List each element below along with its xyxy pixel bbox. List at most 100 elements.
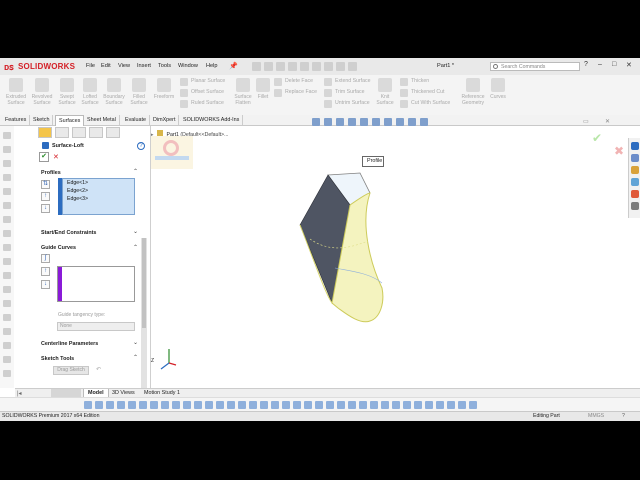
toolbar-icon[interactable] [3,202,11,209]
hide-show-items-icon[interactable] [384,118,392,126]
print-icon[interactable] [288,62,297,71]
move-up-button[interactable]: ⇅ [41,180,50,189]
options-icon[interactable] [348,62,357,71]
chevron-down-icon[interactable]: ⌄ [133,339,138,346]
select-icon[interactable] [312,62,321,71]
toolbar-icon[interactable] [3,258,11,265]
guide-curves-label[interactable]: Guide Curves [41,245,76,251]
scrollbar-thumb[interactable] [142,238,146,328]
profiles-list[interactable]: Edge<1> Edge<2> Edge<3> [62,178,135,215]
toolbar-icon[interactable] [3,132,11,139]
lofted-surface-model[interactable] [290,153,400,328]
zoom-to-area-icon[interactable] [324,118,332,126]
chevron-up-icon[interactable]: ⌃ [133,354,138,361]
tab-dimxpert[interactable]: DimXpert [150,115,180,125]
rebuild-icon[interactable] [324,62,333,71]
spline-icon[interactable] [150,400,158,409]
chevron-down-icon[interactable]: ⌄ [133,228,138,235]
chevron-up-icon[interactable]: ⌃ [133,168,138,175]
offset-surface-button[interactable]: Offset Surface [180,87,225,98]
apply-scene-icon[interactable] [408,118,416,126]
previous-view-icon[interactable] [336,118,344,126]
cancel-button[interactable]: ✕ [53,153,59,161]
search-commands-input[interactable]: Search Commands [490,62,580,71]
boundary-icon[interactable] [403,400,411,409]
pin-icon[interactable]: 📌 [229,62,238,70]
feature-tree-tab[interactable] [55,127,69,138]
reference-geometry-button[interactable]: Reference Geometry [458,78,488,106]
thickened-cut-button[interactable]: Thickened Cut [400,87,450,98]
plane-icon[interactable] [216,400,224,409]
replace-face-button[interactable]: Replace Face [274,87,317,98]
help-icon[interactable]: ? [622,412,625,421]
thicken-button[interactable]: Thicken [400,76,450,87]
toolbar-icon[interactable] [3,300,11,307]
revolve-icon[interactable] [370,400,378,409]
smart-dimension-icon[interactable] [84,400,92,409]
filled-surface-button[interactable]: Filled Surface [128,78,150,106]
display-relations-icon[interactable] [293,400,301,409]
drag-sketch-button[interactable]: Drag Sketch [53,366,89,375]
circle-icon[interactable] [117,400,125,409]
trim-surface-button[interactable]: Trim Surface [324,87,370,98]
move-up-arrow-button[interactable]: ↑ [41,267,50,276]
menu-edit[interactable]: Edit [101,63,111,73]
tab-sketch[interactable]: Sketch [30,115,54,125]
file-explorer-icon[interactable] [631,166,639,174]
linear-pattern-icon[interactable] [271,400,279,409]
tab-solidworks-add-ins[interactable]: SOLIDWORKS Add-Ins [180,115,244,125]
menu-insert[interactable]: Insert [137,63,151,73]
menu-tools[interactable]: Tools [158,63,171,73]
zoom-to-fit-icon[interactable] [312,118,320,126]
menu-file[interactable]: File [86,63,95,73]
offset-entities-icon[interactable] [249,400,257,409]
file-properties-icon[interactable] [336,62,345,71]
open-icon[interactable] [264,62,273,71]
knit-surface-button[interactable]: Knit Surface [374,78,396,106]
ellipse-icon[interactable] [161,400,169,409]
profiles-section-label[interactable]: Profiles [41,170,61,176]
quick-snaps-icon[interactable] [315,400,323,409]
section-view-icon[interactable] [348,118,356,126]
draft-icon[interactable] [458,400,466,409]
guide-curves-list[interactable] [57,266,135,302]
trim-entities-icon[interactable] [227,400,235,409]
hole-wizard-icon[interactable] [469,400,477,409]
appearances-icon[interactable] [631,190,639,198]
window-close-icon[interactable]: ✕ [605,118,610,125]
sweep-icon[interactable] [381,400,389,409]
shell-icon[interactable] [436,400,444,409]
close-button[interactable]: ✕ [626,61,632,69]
boundary-surface-button[interactable]: Boundary Surface [101,78,127,106]
centerline-icon[interactable] [194,400,202,409]
ok-button[interactable]: ✔ [39,152,49,162]
loft-icon[interactable] [392,400,400,409]
list-item[interactable]: Edge<1> [63,179,134,187]
confirm-corner-ok-icon[interactable]: ✔ [592,131,602,145]
toolbar-icon[interactable] [3,230,11,237]
polygon-icon[interactable] [139,400,147,409]
toolbar-icon[interactable] [3,370,11,377]
toolbar-icon[interactable] [3,328,11,335]
line-icon[interactable] [95,400,103,409]
view-orientation-icon[interactable] [360,118,368,126]
edit-appearance-icon[interactable] [396,118,404,126]
toolbar-icon[interactable] [3,174,11,181]
centerline-parameters-label[interactable]: Centerline Parameters [41,341,98,347]
toolbar-icon[interactable] [3,244,11,251]
tab-sheet-metal[interactable]: Sheet Metal [84,115,120,125]
freeform-button[interactable]: Freeform [151,78,177,100]
menu-view[interactable]: View [118,63,130,73]
shaded-contours-icon[interactable] [348,400,356,409]
guide-curve-selection-icon[interactable]: ʃ [41,254,50,263]
maximize-button[interactable]: □ [612,61,616,68]
units-text[interactable]: MMGS [588,412,604,421]
save-icon[interactable] [276,62,285,71]
window-restore-icon[interactable]: ▭ [583,118,589,125]
surface-flatten-button[interactable]: Surface Flatten [230,78,256,106]
tab-features[interactable]: Features [2,115,31,125]
extruded-surface-button[interactable]: Extruded Surface [4,78,28,106]
chevron-up-icon[interactable]: ⌃ [133,244,138,251]
point-icon[interactable] [183,400,191,409]
display-manager-tab[interactable] [106,127,120,138]
